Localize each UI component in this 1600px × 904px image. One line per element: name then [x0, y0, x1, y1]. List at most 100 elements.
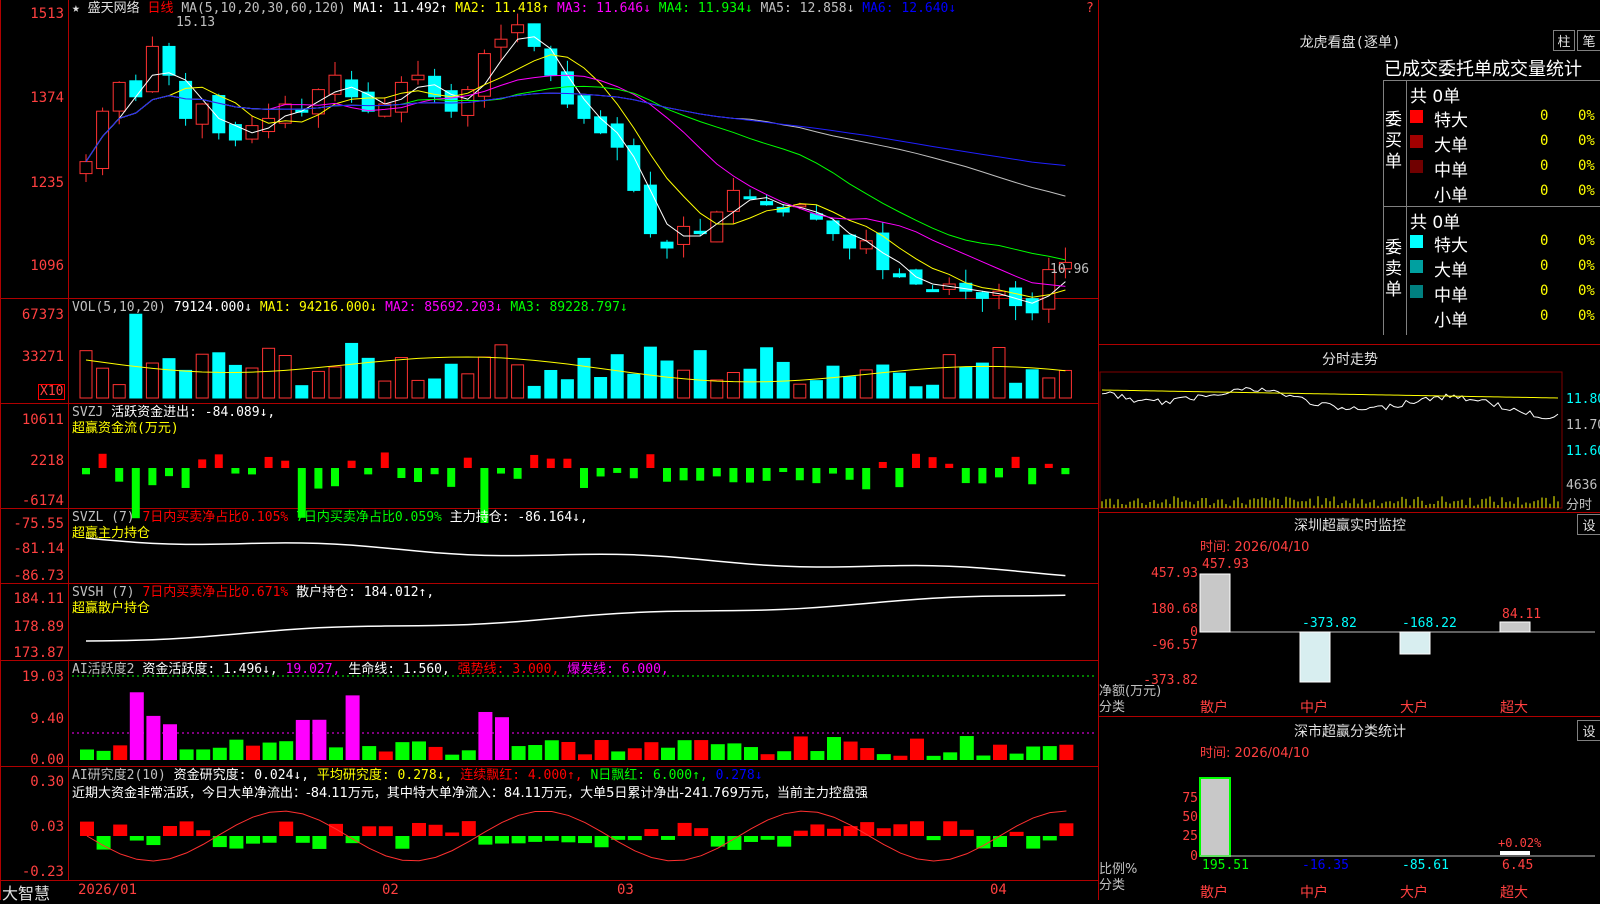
candle-body	[511, 24, 525, 34]
volume-bar	[677, 369, 691, 399]
activity-bar	[843, 741, 858, 760]
flow-bar	[1044, 463, 1053, 468]
flow-bar	[978, 468, 987, 484]
flow-bar	[248, 468, 256, 475]
volume-bar	[1009, 382, 1023, 399]
vol-value: MA1: 94216.000↓	[252, 300, 378, 315]
activity-bar	[1059, 744, 1074, 760]
candle-body	[743, 196, 757, 200]
flow-bar	[580, 468, 588, 488]
dt-row-name: 中单	[1434, 161, 1468, 181]
research-bar	[80, 821, 94, 836]
volume-bar	[1042, 377, 1056, 399]
candle-body	[726, 189, 740, 212]
dt-row-pct: 0%	[1578, 158, 1595, 174]
volume-bar	[278, 355, 292, 399]
volume-bar	[544, 369, 558, 399]
activity-bar	[163, 724, 177, 760]
activity-bar	[80, 749, 94, 760]
period-label[interactable]: 日线	[147, 1, 173, 16]
candle-body	[195, 103, 209, 125]
activity-bar	[528, 745, 543, 760]
activity-bar	[943, 752, 958, 760]
activity-bar	[993, 744, 1007, 760]
dt-swatch	[1410, 235, 1423, 248]
activity-bar	[611, 751, 626, 760]
flow-bar	[845, 468, 854, 480]
monitor-category: 大户	[1400, 700, 1428, 716]
svsh-item1: 7日内买卖净占比0.671%	[142, 585, 289, 600]
volume-bar	[843, 376, 857, 399]
flow-bar	[613, 468, 622, 473]
research-bar	[428, 824, 443, 836]
ai-y-tick: 19.03	[21, 669, 64, 685]
research-bar	[279, 821, 294, 836]
research-bar	[295, 836, 310, 843]
candle-body	[179, 80, 193, 119]
flow-bar	[646, 454, 655, 468]
tick-mode-button[interactable]: 笔	[1577, 30, 1600, 51]
monitor-settings-button[interactable]: 设	[1577, 514, 1600, 535]
stats-category: 超大	[1500, 885, 1528, 901]
activity-bar	[910, 738, 924, 760]
ai-active-item4: 强势线: 3.000,	[457, 662, 560, 677]
flow-bar	[696, 468, 705, 481]
volume-bar	[477, 356, 491, 399]
vol-header: VOL(5,10,20) 79124.000↓ MA1: 94216.000↓ …	[72, 300, 628, 315]
flow-bar	[596, 468, 605, 477]
vol-items: 79124.000↓ MA1: 94216.000↓ MA2: 85692.20…	[174, 300, 628, 315]
activity-bar	[345, 695, 360, 760]
high-mark: 15.13	[176, 15, 216, 30]
activity-bar	[362, 746, 377, 760]
dt-row-name: 中单	[1434, 286, 1468, 306]
intraday-volume: 4636	[1566, 478, 1598, 493]
volume-bar	[411, 379, 425, 399]
volume-bar	[311, 370, 325, 399]
stats-settings-button[interactable]: 设	[1577, 720, 1600, 741]
volume-bar	[228, 364, 242, 399]
chart-canvas[interactable]	[0, 0, 1600, 900]
flow-bar	[862, 468, 871, 490]
bar-mode-button[interactable]: 柱	[1553, 30, 1575, 51]
intraday-label: 分时	[1566, 498, 1593, 513]
research-bar	[179, 821, 194, 836]
vol-unit-badge[interactable]: X10	[38, 384, 66, 400]
ma-header: MA(5,10,20,30,60,120)	[181, 1, 346, 16]
volume-bar	[444, 363, 458, 399]
research-bar	[827, 828, 841, 836]
research-bar	[478, 836, 493, 845]
help-icon[interactable]: ?	[1086, 1, 1094, 16]
volume-bar	[793, 383, 807, 399]
activity-bar	[312, 719, 327, 760]
ma-value: MA6: 12.640↓	[854, 1, 957, 16]
buy-orders-label: 委买单	[1385, 110, 1402, 172]
flow-bar	[945, 463, 954, 468]
dt-row-value: 0	[1540, 183, 1549, 199]
ai-active-header-label: AI活跃度2	[72, 662, 135, 677]
monitor-bar	[1299, 631, 1331, 683]
stats-value: 6.45	[1502, 858, 1534, 873]
ai-y-tick: 0.00	[30, 752, 64, 768]
candle-body	[494, 38, 508, 48]
research-bar	[395, 836, 410, 849]
dt-row-value: 0	[1540, 158, 1549, 174]
flow-bar	[779, 468, 788, 473]
activity-bar	[710, 744, 725, 760]
activity-bar	[677, 740, 692, 760]
research-bar	[146, 836, 161, 846]
activity-bar	[727, 743, 742, 760]
stock-title: ★ 盛天网络	[72, 1, 140, 16]
ai-research-item3: 连续飘红: 4.000↑,	[460, 768, 583, 783]
ai-research-item4: N日飘红: 6.000↑,	[590, 768, 708, 783]
activity-bar	[1009, 753, 1024, 760]
research-bar	[943, 821, 958, 836]
flow-bar	[148, 468, 157, 486]
stats-y-tick: 50	[1182, 810, 1198, 825]
candle-body	[560, 71, 574, 105]
candle-body	[411, 74, 425, 81]
activity-bar	[876, 754, 891, 760]
volume-bar	[212, 352, 226, 399]
flow-bar	[995, 468, 1003, 478]
research-bar	[777, 836, 792, 847]
dt-row-name: 特大	[1434, 111, 1468, 131]
